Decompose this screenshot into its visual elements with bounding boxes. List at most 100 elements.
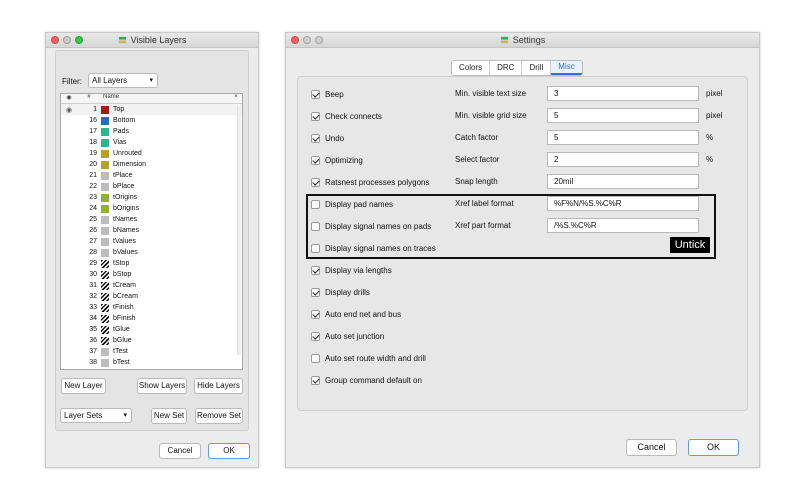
layer-list[interactable]: ◉ # Name × ◉ 1 Top 16 Bottom 17 Pads 18 Vias 19 Un… (60, 93, 243, 370)
layers-cancel-button[interactable]: Cancel (159, 443, 201, 459)
layer-color-swatch[interactable] (101, 138, 109, 147)
number-column-header[interactable]: # (77, 94, 101, 103)
layer-color-swatch[interactable] (101, 237, 109, 246)
tab-drc[interactable]: DRC (490, 61, 523, 75)
layer-row[interactable]: 23 tOrigins (61, 192, 242, 203)
layer-row[interactable]: 24 bOrigins (61, 203, 242, 214)
layer-row[interactable]: 18 Vias (61, 137, 242, 148)
layer-color-swatch[interactable] (101, 193, 109, 202)
layers-ok-button[interactable]: OK (208, 443, 250, 459)
layer-color-swatch[interactable] (101, 303, 109, 312)
layer-color-swatch[interactable] (101, 160, 109, 169)
checkbox-checked[interactable] (311, 177, 320, 187)
layer-row[interactable]: ◉ 1 Top (61, 104, 242, 115)
hide-layers-button[interactable]: Hide Layers (194, 378, 243, 394)
layer-row[interactable]: 25 tNames (61, 214, 242, 225)
layer-row[interactable]: 27 tValues (61, 236, 242, 247)
new-layer-button[interactable]: New Layer (61, 378, 106, 394)
layer-color-swatch[interactable] (101, 182, 109, 191)
settings-ok-button[interactable]: OK (688, 439, 739, 456)
layer-row[interactable]: 17 Pads (61, 126, 242, 137)
field-input[interactable]: 20mil (547, 174, 699, 189)
layer-row[interactable]: 19 Unrouted (61, 148, 242, 159)
field-unit: % (706, 155, 714, 164)
field-input[interactable]: 2 (547, 152, 699, 167)
layer-color-swatch[interactable] (101, 314, 109, 323)
layer-color-swatch[interactable] (101, 215, 109, 224)
tab-drill[interactable]: Drill (522, 61, 552, 75)
checkbox-checked[interactable] (311, 265, 320, 275)
tab-misc[interactable]: Misc (551, 61, 582, 75)
layer-row[interactable]: 30 bStop (61, 269, 242, 280)
option-row[interactable]: Auto set junction (311, 330, 384, 342)
layer-row[interactable]: 28 bValues (61, 247, 242, 258)
layer-row[interactable]: 37 tTest (61, 346, 242, 357)
checkbox-checked[interactable] (311, 309, 320, 319)
option-row[interactable]: Auto set route width and drill (311, 352, 426, 364)
option-row[interactable]: Undo (311, 132, 344, 144)
show-layers-button[interactable]: Show Layers (137, 378, 187, 394)
layer-color-swatch[interactable] (101, 127, 109, 136)
filter-select[interactable]: All Layers ▾ (88, 73, 158, 88)
tab-colors[interactable]: Colors (452, 61, 491, 75)
option-row[interactable]: Ratsnest processes polygons (311, 176, 430, 188)
layer-color-swatch[interactable] (101, 204, 109, 213)
layer-color-swatch[interactable] (101, 116, 109, 125)
layer-color-swatch[interactable] (101, 105, 109, 114)
checkbox-checked[interactable] (311, 155, 320, 165)
option-row[interactable]: Auto end net and bus (311, 308, 401, 320)
field-input[interactable]: 3 (547, 86, 699, 101)
field-input[interactable]: 5 (547, 108, 699, 123)
checkbox-checked[interactable] (311, 133, 320, 143)
checkbox-checked[interactable] (311, 331, 320, 341)
layer-number: 21 (89, 172, 97, 179)
layer-color-swatch[interactable] (101, 259, 109, 268)
layer-row[interactable]: 22 bPlace (61, 181, 242, 192)
layer-color-swatch[interactable] (101, 226, 109, 235)
checkbox-checked[interactable] (311, 111, 320, 121)
option-row[interactable]: Display drills (311, 286, 370, 298)
layer-row[interactable]: 21 tPlace (61, 170, 242, 181)
layer-color-swatch[interactable] (101, 281, 109, 290)
layer-row[interactable]: 26 bNames (61, 225, 242, 236)
layer-row[interactable]: 38 bTest (61, 357, 242, 368)
checkbox-checked[interactable] (311, 287, 320, 297)
layer-color-swatch[interactable] (101, 336, 109, 345)
layer-sets-select[interactable]: Layer Sets ▾ (60, 408, 132, 423)
option-row[interactable]: Optimizing (311, 154, 363, 166)
remove-column-header[interactable]: × (230, 94, 242, 103)
layer-color-swatch[interactable] (101, 325, 109, 334)
layer-color-swatch[interactable] (101, 270, 109, 279)
option-row[interactable]: Group command default on (311, 374, 422, 386)
layer-row[interactable]: 16 Bottom (61, 115, 242, 126)
checkbox-checked[interactable] (311, 89, 320, 99)
layer-row[interactable]: 29 tStop (61, 258, 242, 269)
checkbox-unchecked[interactable] (311, 353, 320, 363)
layer-row[interactable]: 34 bFinish (61, 313, 242, 324)
remove-set-button[interactable]: Remove Set (195, 408, 243, 424)
layer-color-swatch[interactable] (101, 358, 109, 367)
new-set-button[interactable]: New Set (151, 408, 187, 424)
name-column-header[interactable]: Name (101, 94, 230, 103)
layer-color-swatch[interactable] (101, 292, 109, 301)
layer-color-swatch[interactable] (101, 248, 109, 257)
settings-cancel-button[interactable]: Cancel (626, 439, 677, 456)
layer-row[interactable]: 31 tCream (61, 280, 242, 291)
layer-row[interactable]: 35 tGlue (61, 324, 242, 335)
checkbox-checked[interactable] (311, 375, 320, 385)
layer-row[interactable]: 20 Dimension (61, 159, 242, 170)
layer-color-swatch[interactable] (101, 171, 109, 180)
layer-color-swatch[interactable] (101, 149, 109, 158)
visibility-column-header[interactable]: ◉ (61, 94, 77, 103)
layer-row[interactable]: 36 bGlue (61, 335, 242, 346)
layer-number: 27 (89, 238, 97, 245)
layer-list-scrollbar[interactable] (237, 105, 241, 355)
field-input[interactable]: 5 (547, 130, 699, 145)
option-row[interactable]: Display via lengths (311, 264, 392, 276)
layer-row[interactable]: 32 bCream (61, 291, 242, 302)
option-row[interactable]: Beep (311, 88, 344, 100)
layer-color-swatch[interactable] (101, 347, 109, 356)
layer-row[interactable]: 33 tFinish (61, 302, 242, 313)
option-row[interactable]: Check connects (311, 110, 382, 122)
eye-icon[interactable]: ◉ (61, 106, 77, 114)
